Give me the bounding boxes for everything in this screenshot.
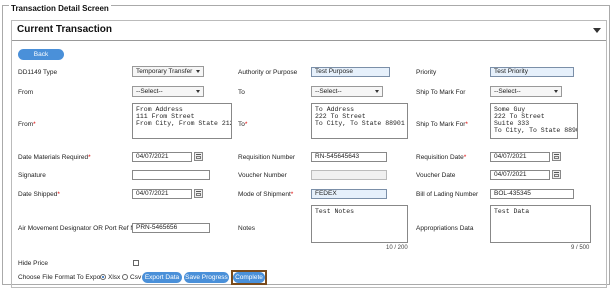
- save-progress-button[interactable]: Save Progress: [184, 272, 229, 283]
- back-button[interactable]: Back: [18, 49, 64, 60]
- air-movement-label: Air Movement Designator OR Port Ref No: [18, 225, 139, 232]
- authority-purpose-input[interactable]: Test Purpose: [311, 67, 390, 77]
- from-select-value: --Select--: [136, 88, 163, 95]
- hide-price-label: Hide Price: [18, 260, 48, 267]
- chevron-down-icon: [554, 90, 558, 93]
- chevron-down-icon: [375, 90, 379, 93]
- collapse-chevron-icon[interactable]: [593, 28, 601, 33]
- appropriations-counter: 9 / 500: [571, 245, 590, 251]
- calendar-icon[interactable]: [194, 152, 203, 161]
- requisition-number-label: Requisition Number: [238, 154, 296, 161]
- voucher-date-input[interactable]: 04/07/2021: [490, 170, 550, 180]
- dd1149-type-select[interactable]: Temporary Transfer: [132, 66, 204, 77]
- xlsx-option-label: Xlsx: [108, 274, 121, 281]
- from-address-textarea[interactable]: From Address 111 From Street From City, …: [132, 103, 232, 139]
- bill-of-lading-input[interactable]: BOL-435345: [490, 189, 574, 199]
- date-materials-label: Date Materials Required*: [18, 154, 91, 161]
- to-address-label: To*: [238, 121, 248, 128]
- export-format-label: Choose File Format To Export:: [18, 274, 107, 281]
- notes-counter: 10 / 200: [386, 245, 408, 251]
- calendar-icon[interactable]: [552, 170, 561, 179]
- bill-of-lading-label: Bill of Lading Number: [416, 191, 479, 198]
- current-transaction-panel: Current Transaction Back DD1149 Type Tem…: [11, 20, 607, 288]
- date-shipped-input[interactable]: 04/07/2021: [132, 189, 192, 199]
- signature-input[interactable]: [132, 170, 210, 180]
- to-address-textarea[interactable]: To Address 222 To Street To City, To Sta…: [311, 103, 408, 139]
- to-select-value: --Select--: [315, 88, 342, 95]
- dd1149-type-label: DD1149 Type: [18, 69, 58, 76]
- calendar-icon[interactable]: [552, 152, 561, 161]
- date-shipped-label: Date Shipped*: [18, 191, 60, 198]
- priority-input[interactable]: Test Priority: [490, 67, 574, 77]
- from-select-label: From: [18, 89, 34, 96]
- from-select[interactable]: --Select--: [132, 86, 204, 97]
- transaction-detail-fieldset: Transaction Detail Screen Current Transa…: [2, 4, 610, 288]
- requisition-date-input[interactable]: 04/07/2021: [490, 152, 550, 162]
- chevron-down-icon: [196, 70, 200, 73]
- to-select-label: To: [238, 89, 245, 96]
- xlsx-radio[interactable]: [100, 274, 106, 280]
- voucher-number-input[interactable]: [311, 170, 387, 180]
- to-select[interactable]: --Select--: [311, 86, 383, 97]
- requisition-number-input[interactable]: RN-545645643: [311, 152, 387, 162]
- hide-price-checkbox[interactable]: [133, 260, 139, 266]
- appropriations-label: Appropriations Data: [416, 225, 474, 232]
- chevron-down-icon: [196, 90, 200, 93]
- air-movement-input[interactable]: PRN-5465656: [132, 223, 210, 233]
- date-materials-input[interactable]: 04/07/2021: [132, 152, 192, 162]
- ship-to-address-label: Ship To Mark For*: [416, 121, 468, 128]
- mode-of-shipment-input[interactable]: FEDEX: [311, 189, 387, 199]
- appropriations-textarea[interactable]: Test Data: [490, 205, 591, 243]
- from-address-label: From*: [18, 121, 36, 128]
- calendar-icon[interactable]: [194, 189, 203, 198]
- ship-to-address-textarea[interactable]: Some Guy 222 To Street Suite 333 To City…: [490, 103, 578, 139]
- authority-purpose-label: Authority or Purpose: [238, 69, 298, 76]
- priority-label: Priority: [416, 69, 437, 76]
- signature-label: Signature: [18, 172, 46, 179]
- screen-title: Transaction Detail Screen: [9, 4, 111, 13]
- dd1149-type-value: Temporary Transfer: [136, 68, 193, 75]
- complete-button[interactable]: Complete: [233, 272, 265, 283]
- voucher-number-label: Voucher Number: [238, 172, 287, 179]
- voucher-date-label: Voucher Date: [416, 172, 456, 179]
- csv-radio[interactable]: [122, 274, 128, 280]
- export-data-button[interactable]: Export Data: [142, 272, 182, 283]
- mode-of-shipment-label: Mode of Shipment*: [238, 191, 294, 198]
- requisition-date-label: Requisition Date*: [416, 154, 467, 161]
- notes-label: Notes: [238, 225, 255, 232]
- panel-header[interactable]: Current Transaction: [12, 21, 606, 41]
- csv-option-label: Csv: [130, 274, 142, 281]
- ship-to-select-value: --Select--: [494, 88, 521, 95]
- panel-title: Current Transaction: [17, 24, 113, 35]
- notes-textarea[interactable]: Test Notes: [311, 205, 408, 243]
- ship-to-select-label: Ship To Mark For: [416, 89, 466, 96]
- ship-to-select[interactable]: --Select--: [490, 86, 562, 97]
